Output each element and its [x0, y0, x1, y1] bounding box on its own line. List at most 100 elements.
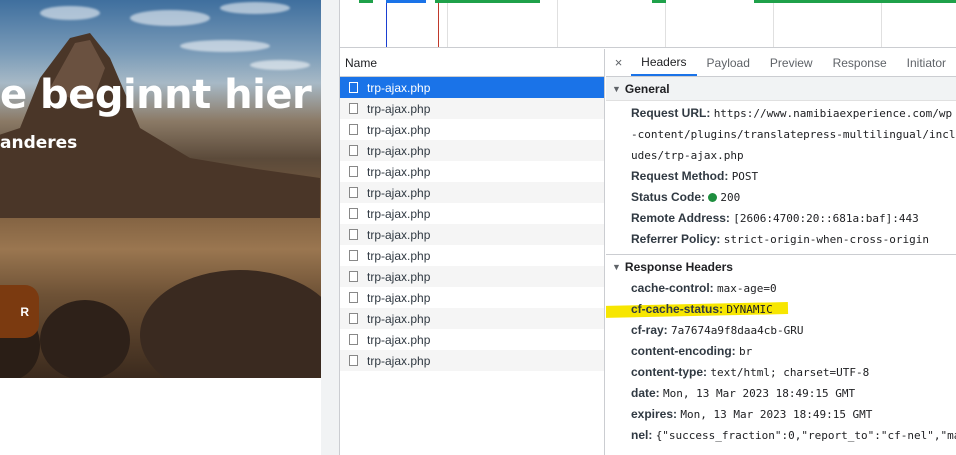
status-code-key: Status Code: [631, 190, 706, 204]
mountain-graphic [0, 33, 320, 218]
request-row[interactable]: trp-ajax.php [340, 119, 604, 140]
request-row[interactable]: trp-ajax.php [340, 203, 604, 224]
request-row[interactable]: trp-ajax.php [340, 161, 604, 182]
request-row[interactable]: trp-ajax.php [340, 287, 604, 308]
request-name: trp-ajax.php [367, 164, 431, 179]
cf-cache-status-row: cf-cache-status: DYNAMIC [606, 299, 956, 320]
document-icon [349, 145, 358, 156]
triangle-down-icon: ▼ [612, 261, 621, 272]
dom-loaded-marker [386, 0, 387, 47]
hero-title: e beginnt hier [0, 72, 312, 118]
expires-key: expires: [631, 407, 678, 421]
tab-initiator[interactable]: Initiator [897, 49, 956, 76]
status-code-value: 200 [720, 191, 741, 204]
expires-value: Mon, 13 Mar 2023 18:49:15 GMT [680, 408, 873, 421]
request-name: trp-ajax.php [367, 206, 431, 221]
response-headers-section-toggle[interactable]: ▼ Response Headers [606, 254, 956, 278]
referrer-policy-row: Referrer Policy: strict-origin-when-cros… [606, 229, 956, 250]
remote-address-key: Remote Address: [631, 211, 730, 225]
date-key: date: [631, 386, 660, 400]
request-url-row: Request URL: https://www.namibiaexperien… [606, 103, 956, 166]
general-section-title: General [624, 81, 670, 96]
request-row[interactable]: trp-ajax.php [340, 308, 604, 329]
document-icon [349, 124, 358, 135]
request-list-panel: Name trp-ajax.php trp-ajax.php trp-ajax.ph… [340, 49, 605, 455]
request-method-value: POST [731, 170, 759, 183]
request-row[interactable]: trp-ajax.php [340, 98, 604, 119]
cf-ray-value: 7a7674a9f8daa4cb-GRU [671, 324, 804, 337]
request-name: trp-ajax.php [367, 80, 431, 95]
remote-address-value: [2606:4700:20::681a:baf]:443 [733, 212, 919, 225]
content-type-row: content-type: text/html; charset=UTF-8 [606, 362, 956, 383]
date-row: date: Mon, 13 Mar 2023 18:49:15 GMT [606, 383, 956, 404]
hero-cta-label: R [20, 304, 29, 319]
request-name: trp-ajax.php [367, 269, 431, 284]
content-type-value: text/html; charset=UTF-8 [710, 366, 870, 379]
request-row[interactable]: trp-ajax.php [340, 266, 604, 287]
request-name: trp-ajax.php [367, 248, 431, 263]
status-ok-icon [708, 193, 718, 202]
cf-ray-key: cf-ray: [631, 323, 668, 337]
request-row[interactable]: trp-ajax.php [340, 245, 604, 266]
document-icon [349, 208, 358, 219]
content-encoding-value: br [739, 345, 753, 358]
document-icon [349, 334, 358, 345]
general-section-toggle[interactable]: ▼ General [606, 77, 956, 101]
document-icon [349, 355, 358, 366]
cf-cache-status-key: cf-cache-status: [631, 302, 724, 316]
status-code-row: Status Code: 200 [606, 187, 956, 208]
tab-payload[interactable]: Payload [697, 49, 760, 76]
request-row[interactable]: trp-ajax.php [340, 140, 604, 161]
request-method-row: Request Method: POST [606, 166, 956, 187]
document-icon [349, 187, 358, 198]
close-icon[interactable]: × [606, 49, 631, 76]
cache-control-value: max-age=0 [717, 282, 777, 295]
cf-ray-row: cf-ray: 7a7674a9f8daa4cb-GRU [606, 320, 956, 341]
cf-cache-status-value: DYNAMIC [726, 303, 773, 316]
document-icon [349, 82, 358, 93]
tab-response[interactable]: Response [823, 49, 897, 76]
website-hero: e beginnt hier anderes R [0, 0, 321, 378]
request-name: trp-ajax.php [367, 353, 431, 368]
hero-cta-button[interactable]: R [0, 285, 39, 338]
nel-value: {"success_fraction":0,"report_to":"cf-ne… [655, 429, 956, 442]
triangle-down-icon: ▼ [612, 83, 621, 94]
request-name: trp-ajax.php [367, 185, 431, 200]
nel-row: nel: {"success_fraction":0,"report_to":"… [606, 425, 956, 446]
document-icon [349, 271, 358, 282]
remote-address-row: Remote Address: [2606:4700:20::681a:baf]… [606, 208, 956, 229]
request-name: trp-ajax.php [367, 227, 431, 242]
request-name: trp-ajax.php [367, 332, 431, 347]
response-headers-title: Response Headers [624, 259, 733, 274]
referrer-policy-value: strict-origin-when-cross-origin [723, 233, 930, 246]
request-rows: trp-ajax.php trp-ajax.php trp-ajax.php trp-… [340, 77, 604, 371]
load-marker [438, 0, 439, 47]
request-row[interactable]: trp-ajax.php [340, 350, 604, 371]
document-icon [349, 229, 358, 240]
request-name: trp-ajax.php [367, 122, 431, 137]
request-name: trp-ajax.php [367, 101, 431, 116]
cache-control-key: cache-control: [631, 281, 714, 295]
request-name: trp-ajax.php [367, 143, 431, 158]
document-icon [349, 166, 358, 177]
detail-tabbar: × Headers Payload Preview Response Initi… [606, 49, 956, 77]
expires-row: expires: Mon, 13 Mar 2023 18:49:15 GMT [606, 404, 956, 425]
hero-subtitle: anderes [0, 133, 78, 153]
date-value: Mon, 13 Mar 2023 18:49:15 GMT [663, 387, 856, 400]
name-column-label: Name [345, 55, 378, 70]
request-row[interactable]: trp-ajax.php [340, 224, 604, 245]
tab-preview[interactable]: Preview [760, 49, 823, 76]
request-method-key: Request Method: [631, 169, 729, 183]
panel-gutter[interactable] [321, 0, 340, 455]
request-row[interactable]: trp-ajax.php [340, 77, 604, 98]
document-icon [349, 313, 358, 324]
content-encoding-key: content-encoding: [631, 344, 736, 358]
request-row[interactable]: trp-ajax.php [340, 329, 604, 350]
network-overview-timeline[interactable] [340, 0, 956, 48]
request-row[interactable]: trp-ajax.php [340, 182, 604, 203]
document-icon [349, 250, 358, 261]
tab-headers[interactable]: Headers [631, 49, 697, 76]
nel-key: nel: [631, 428, 653, 442]
request-detail-panel: × Headers Payload Preview Response Initi… [606, 49, 956, 455]
name-column-header[interactable]: Name [340, 49, 604, 77]
